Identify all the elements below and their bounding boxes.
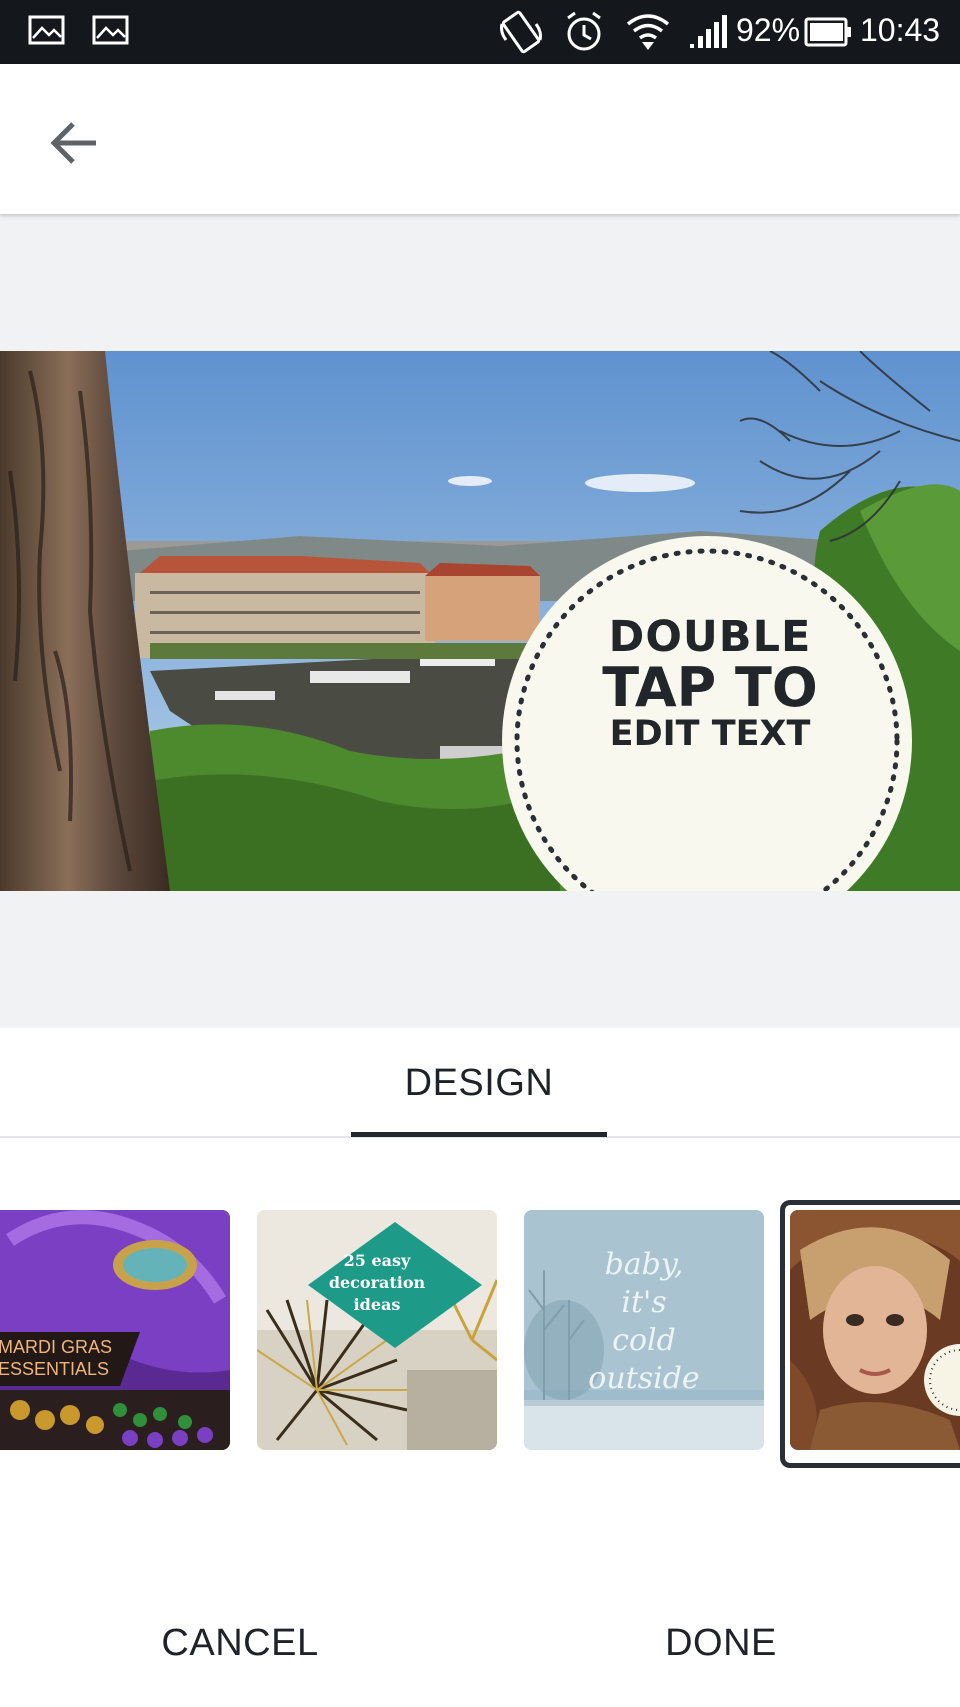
template-thumbnail-decoration[interactable]: 25 easy decoration ideas [257,1210,497,1450]
deco-line-3: ideas [353,1295,401,1314]
mardi-line-1: MARDI GRAS [0,1337,113,1357]
arrow-left-icon [40,122,110,182]
design-template-carousel[interactable]: MARDI GRAS ESSENTIALS 25 easy decoration… [0,1138,960,1468]
clock-time: 10:43 [860,12,941,48]
tab-bar: DESIGN [0,1028,960,1138]
back-button[interactable] [40,108,110,178]
tab-active-indicator [351,1132,607,1137]
status-bar: 92% 10:43 [0,0,960,64]
badge-line-2: TAP TO [602,656,818,719]
mardi-gras-caption: MARDI GRAS ESSENTIALS [0,1336,128,1380]
badge-text[interactable]: DOUBLE TAP TO EDIT TEXT [560,616,860,752]
done-button[interactable]: DONE [591,1580,851,1707]
mardi-line-2: ESSENTIALS [0,1359,110,1379]
gallery-notification-icon [28,14,66,51]
design-canvas-area: DOUBLE TAP TO EDIT TEXT [0,214,960,1028]
cold-line-4: outside [588,1361,700,1396]
wifi-icon [626,12,670,57]
cold-line-2: it's [621,1285,667,1320]
deco-line-2: decoration [328,1273,426,1292]
gallery-notification-icon [92,14,130,51]
tab-design-label: DESIGN [404,1062,554,1104]
signal-icon [688,14,728,55]
battery-icon [804,16,852,53]
template-thumbnail-mardi-gras[interactable]: MARDI GRAS ESSENTIALS [0,1210,230,1450]
cold-outside-caption: baby, it's cold outside [544,1246,744,1398]
cancel-button[interactable]: CANCEL [110,1580,370,1707]
badge-line-3: EDIT TEXT [609,714,811,754]
tab-design[interactable]: DESIGN [351,1028,607,1137]
design-image[interactable]: DOUBLE TAP TO EDIT TEXT [0,351,960,891]
alarm-icon [564,10,604,59]
selected-template-frame [780,1200,960,1468]
rotate-icon [498,10,544,59]
cold-line-3: cold [612,1323,676,1358]
deco-line-1: 25 easy [343,1251,411,1270]
top-app-bar [0,64,960,214]
badge-line-1: DOUBLE [608,612,812,662]
decoration-caption: 25 easy decoration ideas [327,1250,427,1316]
template-thumbnail-cold-outside[interactable]: baby, it's cold outside [524,1210,764,1450]
bottom-action-bar: CANCEL DONE [0,1580,960,1707]
cold-line-1: baby, [604,1247,684,1282]
battery-percent: 92% [736,12,801,48]
